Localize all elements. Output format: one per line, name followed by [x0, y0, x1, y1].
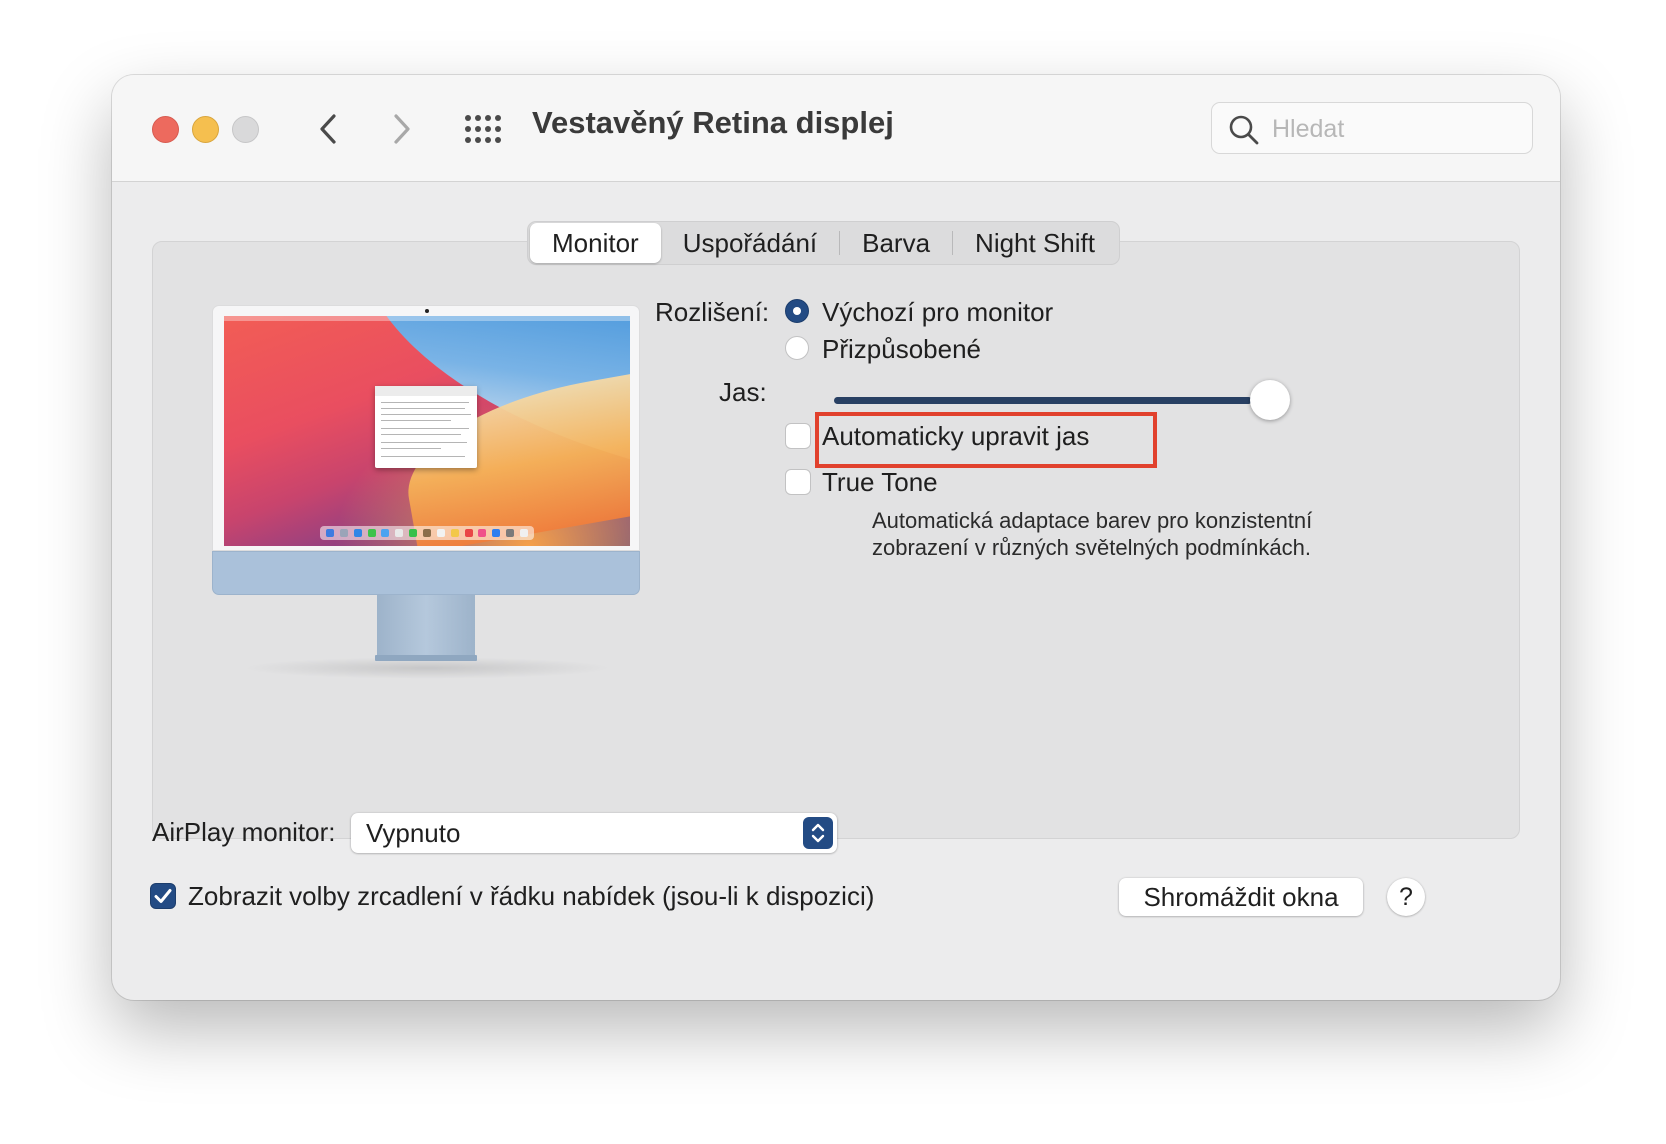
dock-app-icon: [478, 529, 487, 537]
brightness-label: Jas:: [719, 377, 767, 407]
chevron-left-icon: [320, 114, 336, 144]
show-all-button[interactable]: [464, 113, 502, 145]
document-text-line: [381, 420, 451, 421]
imac-menubar: [224, 316, 630, 321]
help-button[interactable]: ?: [1387, 878, 1425, 916]
chevron-right-icon: [394, 114, 410, 144]
dock-app-icon: [450, 529, 459, 537]
checkmark-icon: [154, 889, 172, 903]
brightness-slider-thumb[interactable]: [1250, 380, 1290, 420]
dock-app-icon: [367, 529, 376, 537]
dock-app-icon: [422, 529, 431, 537]
resolution-default-radio[interactable]: [785, 299, 809, 323]
back-button[interactable]: [308, 109, 348, 149]
document-text-line: [381, 408, 465, 409]
forward-button[interactable]: [382, 109, 422, 149]
true-tone-checkbox[interactable]: [785, 469, 811, 495]
dock-app-icon: [464, 529, 473, 537]
auto-brightness-checkbox[interactable]: [785, 423, 811, 449]
up-down-chevron-icon: [803, 817, 833, 849]
document-text-line: [381, 442, 467, 443]
tab-arrangement[interactable]: Uspořádání: [661, 223, 839, 263]
dock-app-icon: [325, 529, 334, 537]
imac-screen-wallpaper: [224, 316, 630, 546]
imac-display-frame: [212, 305, 640, 551]
dock-app-icon: [436, 529, 445, 537]
close-button[interactable]: [152, 116, 179, 143]
tab-monitor[interactable]: Monitor: [530, 223, 661, 263]
imac-chin: [212, 551, 640, 595]
true-tone-description-line: Automatická adaptace barev pro konzisten…: [872, 508, 1313, 533]
grid-icon: [465, 115, 501, 143]
document-text-line: [381, 456, 465, 457]
dock-app-icon: [339, 529, 348, 537]
auto-brightness-label[interactable]: Automaticky upravit jas: [822, 421, 1089, 452]
dock-app-icon: [395, 529, 404, 537]
search-icon: [1229, 115, 1259, 145]
search-input[interactable]: [1270, 111, 1524, 147]
document-toolbar: [375, 386, 477, 396]
minimize-button[interactable]: [192, 116, 219, 143]
true-tone-description-line: zobrazení v různých světelných podmínkác…: [872, 535, 1312, 560]
imac-stand: [377, 595, 475, 657]
resolution-label: Rozlišení:: [655, 297, 770, 327]
document-text-line: [381, 414, 471, 415]
resolution-scaled-radio[interactable]: [785, 336, 809, 360]
preferences-window: Vestavěný Retina displej Monitor Uspořád…: [112, 75, 1560, 1000]
tab-night-shift[interactable]: Night Shift: [953, 223, 1117, 263]
dock-app-icon: [506, 529, 515, 537]
imac-dock: [320, 526, 534, 540]
document-text-line: [381, 448, 441, 449]
tab-bar: Monitor Uspořádání Barva Night Shift: [527, 221, 1120, 265]
resolution-default-label[interactable]: Výchozí pro monitor: [822, 297, 1053, 328]
imac-illustration: [212, 305, 642, 685]
true-tone-description: Automatická adaptace barev pro konzisten…: [872, 507, 1372, 561]
titlebar: Vestavěný Retina displej: [112, 75, 1560, 182]
dock-app-icon: [492, 529, 501, 537]
resolution-scaled-label[interactable]: Přizpůsobené: [822, 334, 981, 365]
document-text-line: [381, 434, 461, 435]
brightness-slider-fill: [834, 397, 1253, 404]
gather-windows-button[interactable]: Shromáždit okna: [1119, 878, 1363, 916]
mirroring-label[interactable]: Zobrazit volby zrcadlení v řádku nabídek…: [188, 881, 874, 912]
dock-app-icon: [353, 529, 362, 537]
imac-document-window: [375, 386, 477, 468]
document-text-line: [381, 428, 469, 429]
airplay-popup[interactable]: Vypnuto: [351, 813, 837, 853]
tab-color[interactable]: Barva: [840, 223, 952, 263]
window-title: Vestavěný Retina displej: [532, 105, 894, 140]
airplay-value: Vypnuto: [366, 818, 461, 848]
zoom-button[interactable]: [232, 116, 259, 143]
mirroring-checkbox[interactable]: [150, 883, 176, 909]
imac-foot: [375, 655, 477, 661]
true-tone-label[interactable]: True Tone: [822, 467, 938, 498]
dock-app-icon: [519, 529, 528, 537]
brightness-slider[interactable]: [834, 397, 1279, 404]
airplay-label: AirPlay monitor:: [152, 817, 336, 847]
search-field[interactable]: [1211, 102, 1533, 154]
dock-app-icon: [409, 529, 418, 537]
imac-camera: [425, 309, 429, 313]
dock-app-icon: [381, 529, 390, 537]
document-text-line: [381, 402, 469, 403]
